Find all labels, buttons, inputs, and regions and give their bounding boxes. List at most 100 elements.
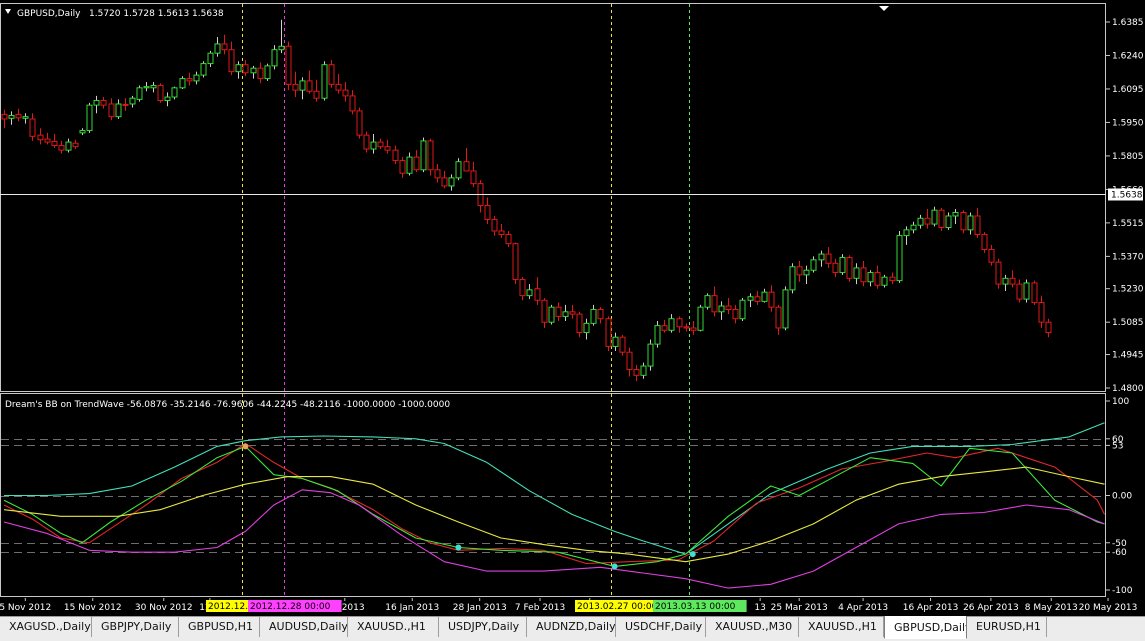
- candle: [576, 311, 583, 338]
- candle: [612, 332, 619, 352]
- tab-xagusd-daily[interactable]: XAGUSD.,Daily: [0, 617, 92, 637]
- candle: [93, 95, 100, 114]
- candle: [818, 250, 825, 267]
- candle: [541, 297, 548, 328]
- candle: [555, 302, 562, 322]
- time-axis-label: 25 Mar 2013: [771, 603, 828, 613]
- time-axis-label: 26 Apr 2013: [963, 603, 1019, 613]
- candle: [8, 111, 15, 125]
- chart-shift-icon[interactable]: [879, 6, 889, 11]
- candle: [640, 362, 647, 379]
- candle: [512, 242, 519, 285]
- candle: [1045, 318, 1052, 338]
- candle: [271, 45, 278, 70]
- tab-xauusd-m30[interactable]: XAUUSD.,M30: [706, 617, 799, 637]
- signal-dot: [242, 443, 249, 450]
- candle: [633, 364, 640, 382]
- candle: [960, 210, 967, 234]
- price-scale-label: 1.4945: [1112, 351, 1144, 361]
- candle: [86, 102, 93, 133]
- tab-xauusd-h1[interactable]: XAUUSD.,H1: [799, 617, 884, 637]
- time-axis: 5 Nov 201215 Nov 201230 Nov 201212 DJan …: [0, 598, 1137, 613]
- price-chart-pane[interactable]: 1.63851.62401.60951.59501.58051.56601.55…: [0, 0, 1145, 393]
- indicator-scale-label: 100: [1112, 397, 1129, 407]
- candle: [349, 90, 356, 115]
- candle: [761, 288, 768, 303]
- candle: [242, 60, 249, 77]
- candle: [853, 263, 860, 285]
- candle: [370, 133, 377, 154]
- tab-xauusd-h1[interactable]: XAUUSD.,H1: [348, 617, 439, 637]
- candle: [519, 277, 526, 301]
- svg-text:2012.12.28 00:00: 2012.12.28 00:00: [250, 602, 331, 612]
- candle: [491, 215, 498, 236]
- candle: [1002, 274, 1009, 292]
- candle: [51, 133, 58, 148]
- candle: [328, 60, 335, 88]
- candle: [455, 158, 462, 181]
- candle: [129, 95, 136, 108]
- svg-text:2013.03.13 00:00: 2013.03.13 00:00: [655, 602, 736, 612]
- time-marker-label: 2013.03.13 00:00: [653, 600, 747, 612]
- candle: [810, 256, 817, 273]
- dropdown-arrow-icon[interactable]: [5, 9, 11, 14]
- candle: [967, 212, 974, 235]
- candle: [448, 174, 455, 191]
- candle: [988, 244, 995, 266]
- candle: [754, 291, 761, 305]
- tab-audnzd-daily[interactable]: AUDNZD,Daily: [527, 617, 616, 637]
- candle: [676, 316, 683, 333]
- candle: [207, 50, 214, 68]
- tab-gbpusd-h1[interactable]: GBPUSD,H1: [179, 617, 260, 637]
- candle: [619, 334, 626, 356]
- candle: [257, 62, 264, 84]
- candle: [420, 137, 427, 173]
- candle: [363, 131, 370, 153]
- candle: [335, 73, 342, 94]
- candle: [1016, 279, 1023, 303]
- candle: [136, 85, 143, 102]
- price-scale-label: 1.5370: [1112, 252, 1144, 262]
- candle: [548, 304, 555, 325]
- tab-gbpjpy-daily[interactable]: GBPJPY,Daily: [92, 617, 179, 637]
- candle: [72, 139, 79, 150]
- price-scale-label: 1.5515: [1112, 219, 1144, 229]
- candle: [896, 230, 903, 283]
- indicator-pane[interactable]: 10060530.00-50-60-100 Dream's BB on Tren…: [0, 393, 1145, 598]
- tab-usdjpy-daily[interactable]: USDJPY,Daily: [439, 617, 527, 637]
- candle: [157, 83, 164, 103]
- candle: [108, 98, 115, 121]
- candle: [1023, 279, 1030, 303]
- candle: [718, 301, 725, 320]
- candle: [945, 212, 952, 230]
- candle: [931, 206, 938, 227]
- candle: [711, 286, 718, 317]
- price-scale-label: 1.6240: [1112, 51, 1144, 61]
- candle: [597, 307, 604, 324]
- candle: [867, 270, 874, 287]
- candle: [668, 314, 675, 333]
- candle: [171, 86, 178, 100]
- candle: [881, 274, 888, 288]
- price-scale-label: 1.5085: [1112, 318, 1144, 328]
- candle: [221, 34, 228, 55]
- candle: [534, 277, 541, 305]
- candle: [427, 138, 434, 176]
- candle: [143, 82, 150, 92]
- tab-audusd-daily[interactable]: AUDUSD,Daily: [260, 617, 348, 637]
- candle: [583, 318, 590, 340]
- time-marker-label: 2012.12.: [206, 600, 255, 612]
- candle: [477, 180, 484, 213]
- tab-usdchf-daily[interactable]: USDCHF,Daily: [616, 617, 706, 637]
- candle: [313, 79, 320, 102]
- time-axis-label: 30 Nov 2012: [135, 603, 193, 613]
- candle: [115, 99, 122, 119]
- candle: [796, 260, 803, 282]
- current-price-label: 1.5638: [1111, 191, 1143, 201]
- chart-tab-bar: XAGUSD.,Daily GBPJPY,Daily GBPUSD,H1 AUDUSD…: [0, 616, 1145, 641]
- tab-eurusd-h1[interactable]: EURUSD,H1: [967, 617, 1047, 637]
- tab-gbpusd-daily[interactable]: GBPUSD,Daily: [884, 616, 967, 639]
- candle: [356, 107, 363, 139]
- candle: [79, 128, 86, 136]
- candle: [981, 232, 988, 253]
